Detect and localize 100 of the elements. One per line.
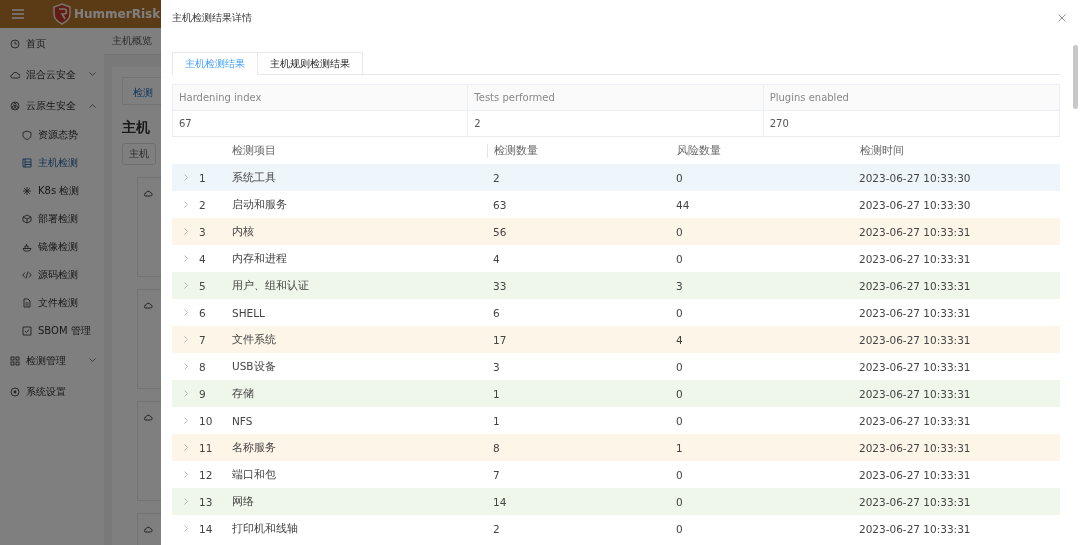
table-cell: 2023-06-27 10:33:31 [859,306,971,319]
table-row[interactable]: 3 内核 56 0 2023-06-27 10:33:31 [172,218,1060,245]
sidebar-item[interactable]: 混合云安全 [0,59,104,90]
table-cell: 56 [493,225,507,238]
drawer-title: 主机检测结果详情 [172,11,252,25]
table-cell: 14 [493,495,507,508]
sidebar-item[interactable]: 首页 [0,28,104,59]
table-cell: 7 [493,468,500,481]
table-cell: 文件系统 [232,332,276,345]
table-cell: 2 [493,171,500,184]
page-tab[interactable]: 主机概览 [112,34,152,48]
expand-chevron-icon[interactable] [184,228,188,235]
row-index: 1 [199,171,206,184]
table-cell: 0 [676,387,683,400]
page-heading: 主机 [122,119,150,135]
sidebar-item[interactable]: 检测管理 [0,345,104,376]
summary-cell-text: 270 [768,117,790,131]
expand-chevron-icon[interactable] [184,444,188,451]
table-cell: 44 [676,198,690,211]
chevron-down-icon [89,358,96,363]
tab[interactable]: 主机规则检测结果 [258,52,363,75]
sidebar-item[interactable]: 云原生安全 [0,90,104,121]
sidebar-subitem[interactable]: 资源态势 [0,121,104,149]
table-row[interactable]: 9 存储 1 0 2023-06-27 10:33:31 [172,380,1060,407]
sidebar-subitem[interactable]: SBOM 管理 [0,317,104,345]
table-cell: 2023-06-27 10:33:30 [859,171,971,184]
menu-label: 资源态势 [38,128,78,142]
row-index: 13 [199,495,213,508]
expand-chevron-icon[interactable] [184,363,188,370]
table-cell: 0 [676,252,683,265]
table-cell: 0 [676,522,683,535]
expand-chevron-icon[interactable] [184,498,188,505]
sidebar-subitem[interactable]: 源码检测 [0,261,104,289]
row-index: 12 [199,468,213,481]
table-cell: 2023-06-27 10:33:31 [859,252,971,265]
table-cell: 2023-06-27 10:33:31 [859,225,971,238]
menu-label: 部署检测 [38,212,78,226]
table-row[interactable]: 7 文件系统 17 4 2023-06-27 10:33:31 [172,326,1060,353]
table-cell: 33 [493,279,507,292]
scrollbar[interactable] [1073,45,1078,109]
expand-chevron-icon[interactable] [184,174,188,181]
table-cell: 4 [493,252,500,265]
app-logo-text: HummerRisk [74,7,161,21]
table-row[interactable]: 13 网络 14 0 2023-06-27 10:33:31 [172,488,1060,515]
table-cell: 63 [493,198,507,211]
tab[interactable]: 主机检测结果 [172,52,258,75]
table-cell: 8 [493,441,500,454]
box-icon [22,326,32,336]
row-index: 5 [199,279,206,292]
row-index: 3 [199,225,206,238]
sidebar-subitem[interactable]: 部署检测 [0,205,104,233]
close-button[interactable] [1056,12,1068,24]
cloud-icon [144,190,153,197]
table-cell: 6 [493,306,500,319]
row-index: 11 [199,441,213,454]
row-index: 7 [199,333,206,346]
sidebar-subitem[interactable]: 文件检测 [0,289,104,317]
menu-label: 混合云安全 [26,67,76,82]
row-index: 9 [199,387,206,400]
table-cell: 2023-06-27 10:33:31 [859,360,971,373]
menu-label: K8s 检测 [38,184,80,198]
table-cell: 网络 [232,494,254,507]
sidebar-subitem[interactable]: K8s 检测 [0,177,104,205]
expand-chevron-icon[interactable] [184,471,188,478]
filter-button[interactable]: 主机 [122,143,156,165]
table-cell: 2023-06-27 10:33:31 [859,414,971,427]
expand-chevron-icon[interactable] [184,282,188,289]
table-cell: NFS [232,414,253,427]
menu-icon[interactable] [12,9,24,19]
table-cell: SHELL [232,306,265,319]
table-cell: 2023-06-27 10:33:31 [859,468,971,481]
column-header: 检测数量 [487,144,677,158]
expand-chevron-icon[interactable] [184,525,188,532]
chevron-up-icon [89,103,96,108]
expand-chevron-icon[interactable] [184,201,188,208]
table-cell: 1 [493,387,500,400]
table-cell: 3 [676,279,683,292]
expand-chevron-icon[interactable] [184,390,188,397]
table-row[interactable]: 5 用户、组和认证 33 3 2023-06-27 10:33:31 [172,272,1060,299]
expand-chevron-icon[interactable] [184,336,188,343]
menu-label: 主机检测 [38,156,78,170]
menu-label: 系统设置 [26,384,66,399]
expand-chevron-icon[interactable] [184,309,188,316]
table-cell: 2023-06-27 10:33:31 [859,441,971,454]
content-tab[interactable]: 检测 [133,87,153,98]
table-cell: 内存和进程 [232,251,287,264]
chevron-down-icon [89,72,96,77]
row-index: 10 [199,414,213,427]
table-cell: 系统工具 [232,170,276,183]
expand-chevron-icon[interactable] [184,417,188,424]
row-index: 6 [199,306,206,319]
sidebar-item[interactable]: 系统设置 [0,376,104,407]
table-cell: 0 [676,171,683,184]
sidebar-subitem[interactable]: 主机检测 [0,149,104,177]
table-row[interactable]: 11 名称服务 8 1 2023-06-27 10:33:31 [172,434,1060,461]
table-row[interactable]: 1 系统工具 2 0 2023-06-27 10:33:30 [172,164,1060,191]
grid-icon [10,355,20,366]
sidebar-subitem[interactable]: 镜像检测 [0,233,104,261]
expand-chevron-icon[interactable] [184,255,188,262]
row-index: 8 [199,360,206,373]
